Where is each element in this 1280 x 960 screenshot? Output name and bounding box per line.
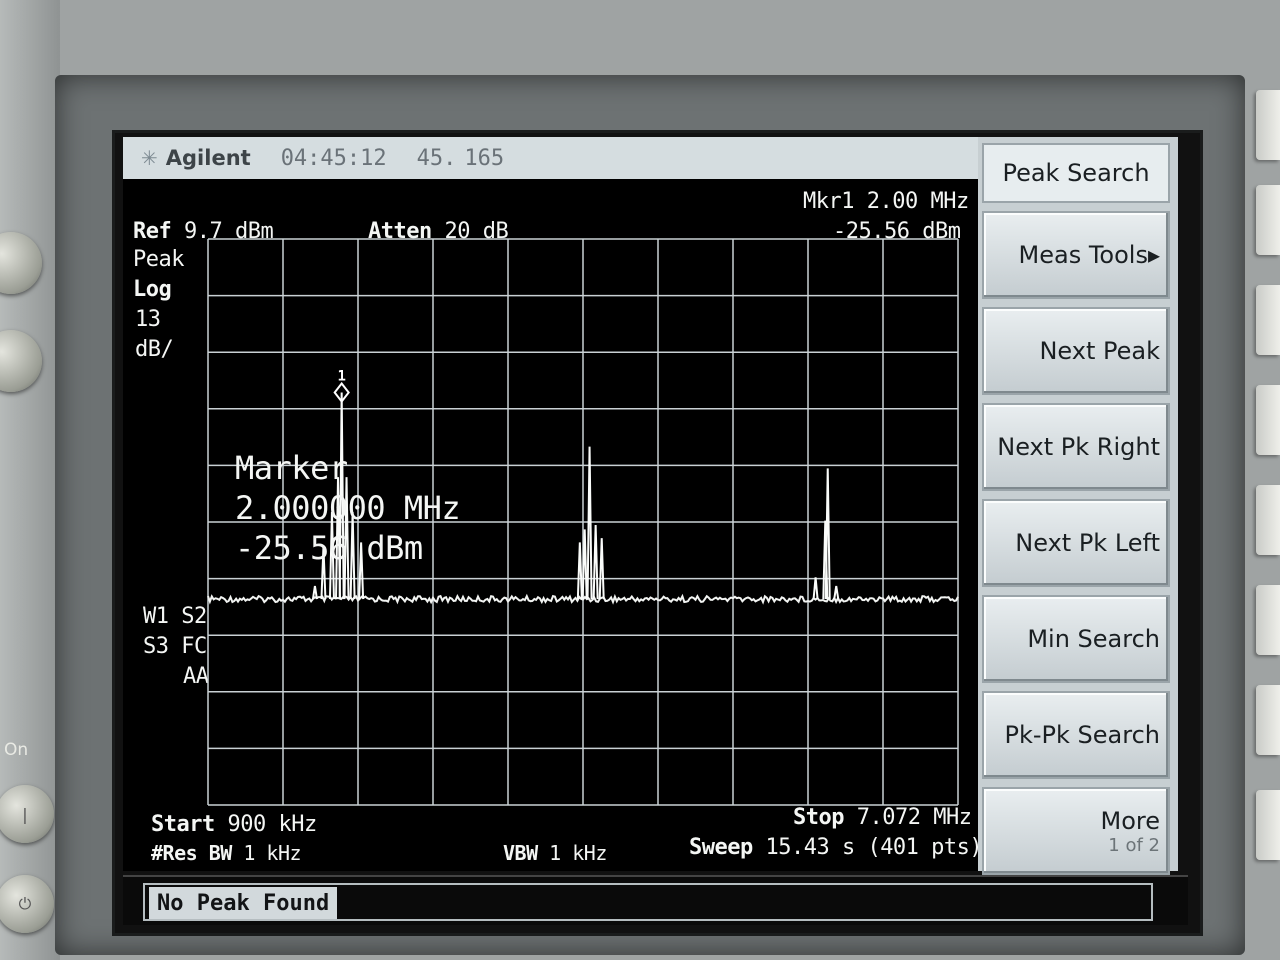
clock-time: 04:45:12 — [280, 145, 387, 171]
signal-peak — [812, 577, 819, 600]
vbw: VBW 1 kHz — [503, 841, 607, 865]
signal-peak — [598, 538, 605, 600]
menu-title-peak-search: Peak Search — [982, 143, 1170, 203]
softkey-pk-pk-search[interactable]: Pk-Pk Search — [982, 691, 1170, 779]
marker-readout-title: Marker — [235, 449, 348, 487]
power-key[interactable]: ⏻ — [0, 875, 54, 933]
stop-freq: Stop 7.072 MHz — [793, 805, 972, 830]
hard-softkey-4[interactable] — [1256, 385, 1280, 455]
marker-readout-amp: -25.56 dBm — [235, 529, 423, 567]
plot-area: Ref 9.7 dBm Atten 20 dB Mkr1 2.00 MHz -2… — [123, 179, 983, 871]
start-freq: Start 900 kHz — [151, 812, 317, 837]
more-label: More — [1100, 806, 1161, 835]
signal-peak — [833, 585, 840, 600]
hard-softkey-5[interactable] — [1256, 485, 1280, 555]
on-label: On — [4, 740, 29, 760]
front-panel-left: On | ⏻ — [0, 0, 60, 960]
hardkey-upper[interactable] — [0, 232, 42, 294]
hardkey-lower[interactable] — [0, 330, 42, 392]
hard-softkey-6[interactable] — [1256, 585, 1280, 655]
spark-icon: ✳ — [141, 146, 158, 170]
hard-softkey-3[interactable] — [1256, 285, 1280, 355]
marker-readout-freq: 2.000000 MHz — [235, 489, 461, 527]
signal-peak — [576, 542, 583, 600]
softkey-hardware-column — [1250, 60, 1280, 960]
hard-softkey-8[interactable] — [1256, 790, 1280, 860]
date-part-b: 165 — [464, 145, 505, 171]
agilent-logo: ✳ Agilent — [141, 146, 251, 170]
hard-softkey-1[interactable] — [1256, 90, 1280, 160]
softkey-menu: Peak Search Meas Tools▸ Next Peak Next P… — [978, 137, 1178, 875]
more-page-indicator: 1 of 2 — [1108, 834, 1160, 856]
on-key[interactable]: | — [0, 785, 54, 843]
marker-number: 1 — [337, 369, 345, 385]
softkey-next-pk-left[interactable]: Next Pk Left — [982, 499, 1170, 587]
softkey-meas-tools[interactable]: Meas Tools▸ — [982, 211, 1170, 299]
status-message: No Peak Found — [149, 887, 338, 919]
status-bar: No Peak Found — [123, 875, 1188, 925]
hard-softkey-2[interactable] — [1256, 185, 1280, 255]
title-bar: ✳ Agilent 04:45:12 45. 165 — [123, 137, 978, 179]
softkey-next-pk-right[interactable]: Next Pk Right — [982, 403, 1170, 491]
date-part-a: 45. — [416, 145, 457, 171]
softkey-next-peak[interactable]: Next Peak — [982, 307, 1170, 395]
hard-softkey-7[interactable] — [1256, 685, 1280, 755]
sweep-time: Sweep 15.43 s (401 pts) — [689, 835, 983, 860]
res-bw: #Res BW 1 kHz — [151, 841, 302, 865]
signal-peak — [592, 525, 599, 600]
analyzer-screen: ✳ Agilent 04:45:12 45. 165 Ref 9.7 dBm A… — [112, 130, 1203, 936]
softkey-more[interactable]: More 1 of 2 — [982, 787, 1170, 875]
signal-peak — [586, 446, 593, 600]
softkey-min-search[interactable]: Min Search — [982, 595, 1170, 683]
brand-name: Agilent — [165, 146, 251, 170]
